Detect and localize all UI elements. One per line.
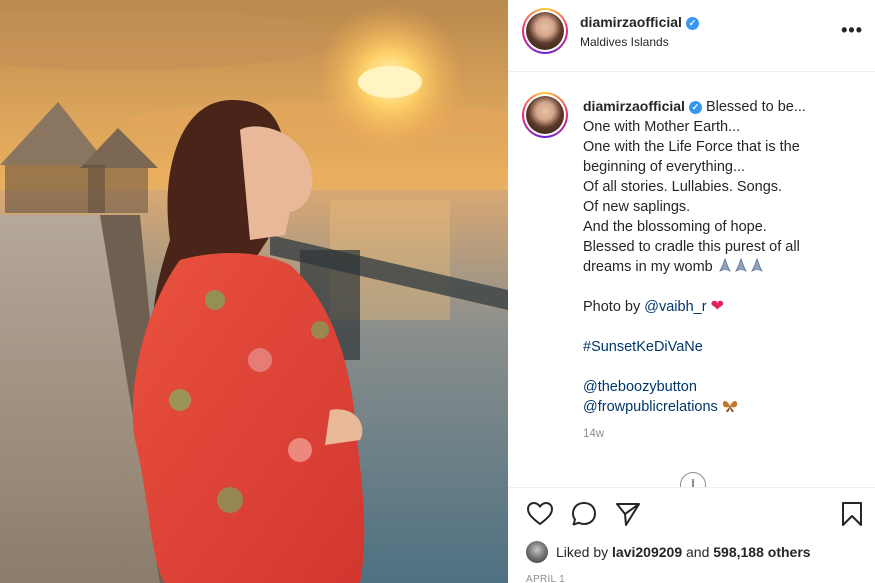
- post-actions-bar: Liked by lavi209209 and 598,188 others A…: [508, 487, 875, 583]
- liked-by-middle: and: [686, 544, 710, 560]
- comment-bubble-icon[interactable]: [570, 500, 598, 528]
- caption-line: One with Mother Earth...: [583, 119, 741, 135]
- liker-username[interactable]: lavi209209: [612, 544, 682, 560]
- caption-avatar[interactable]: [522, 92, 568, 138]
- liked-by-summary: Liked by lavi209209 and 598,188 others: [526, 541, 811, 563]
- profile-avatar[interactable]: [522, 8, 568, 54]
- caption-line: Of all stories. Lullabies. Songs.: [583, 179, 783, 195]
- hashtag-link[interactable]: #SunsetKeDiVaNe: [583, 337, 863, 357]
- location-link[interactable]: Maldives Islands: [580, 35, 669, 49]
- praying-hands-icon: [717, 258, 765, 275]
- photo-credit-prefix: Photo by: [583, 299, 645, 315]
- butterfly-icon: [722, 401, 737, 412]
- caption-line: Of new saplings.: [583, 199, 691, 215]
- caption-line: Blessed to be...: [705, 99, 806, 115]
- red-heart-icon: ❤: [710, 298, 724, 315]
- caption-timestamp[interactable]: 14w: [583, 428, 604, 440]
- verified-badge-icon: ✓: [685, 17, 699, 30]
- post-header: diamirzaofficial ✓ Maldives Islands •••: [508, 0, 875, 72]
- header-username[interactable]: diamirzaofficial: [580, 14, 682, 30]
- mention-link[interactable]: @frowpublicrelations: [583, 399, 718, 415]
- post-caption: diamirzaofficial ✓ Blessed to be... One w…: [583, 96, 863, 417]
- caption-line: One with the Life Force that is the: [583, 139, 800, 155]
- caption-line: dreams in my womb: [583, 259, 713, 275]
- bookmark-icon[interactable]: [838, 500, 866, 528]
- caption-line: beginning of everything...: [583, 159, 746, 175]
- liked-by-prefix: Liked by: [556, 544, 609, 560]
- caption-line: And the blossoming of hope.: [583, 219, 767, 235]
- mention-link[interactable]: @theboozybutton: [583, 377, 863, 397]
- likes-count-link[interactable]: 598,188 others: [713, 544, 810, 560]
- paper-plane-icon[interactable]: [614, 500, 642, 528]
- more-options-icon[interactable]: •••: [841, 20, 863, 41]
- post-photo[interactable]: [0, 0, 508, 583]
- post-side-panel: diamirzaofficial ✓ Maldives Islands ••• d…: [508, 0, 875, 583]
- post-date[interactable]: APRIL 1: [526, 574, 565, 583]
- caption-username[interactable]: diamirzaofficial: [583, 98, 685, 114]
- sunset-photo-illustration: [0, 5, 508, 583]
- header-username-row: diamirzaofficial ✓: [580, 14, 699, 32]
- verified-badge-icon: ✓: [688, 101, 702, 114]
- caption-line: Blessed to cradle this purest of all: [583, 239, 800, 255]
- heart-outline-icon[interactable]: [526, 500, 554, 528]
- liker-avatar[interactable]: [526, 541, 548, 563]
- photographer-mention[interactable]: @vaibh_r: [644, 299, 706, 315]
